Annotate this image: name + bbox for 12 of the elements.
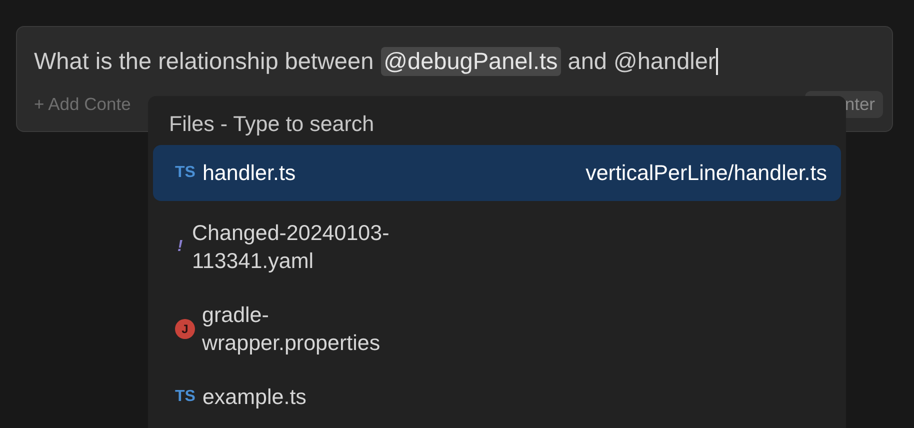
menu-title: Files - Type to search xyxy=(169,112,374,137)
exclamation-icon: ! xyxy=(175,238,185,256)
file-item[interactable]: TS example.ts xyxy=(153,375,841,419)
ts-file-icon: TS xyxy=(175,388,196,406)
text-cursor xyxy=(716,48,718,74)
file-item[interactable]: J gradle-wrapper.properties xyxy=(153,293,841,365)
message-text: What is the relationship between xyxy=(34,48,374,74)
mention-chip[interactable]: @debugPanel.ts xyxy=(380,46,561,76)
file-item[interactable]: TS handler.ts verticalPerLine/handler.ts xyxy=(153,145,841,201)
message-text: and @handler xyxy=(568,48,716,74)
ts-file-icon: TS xyxy=(175,164,196,182)
circle-letter-icon: J xyxy=(175,319,195,339)
